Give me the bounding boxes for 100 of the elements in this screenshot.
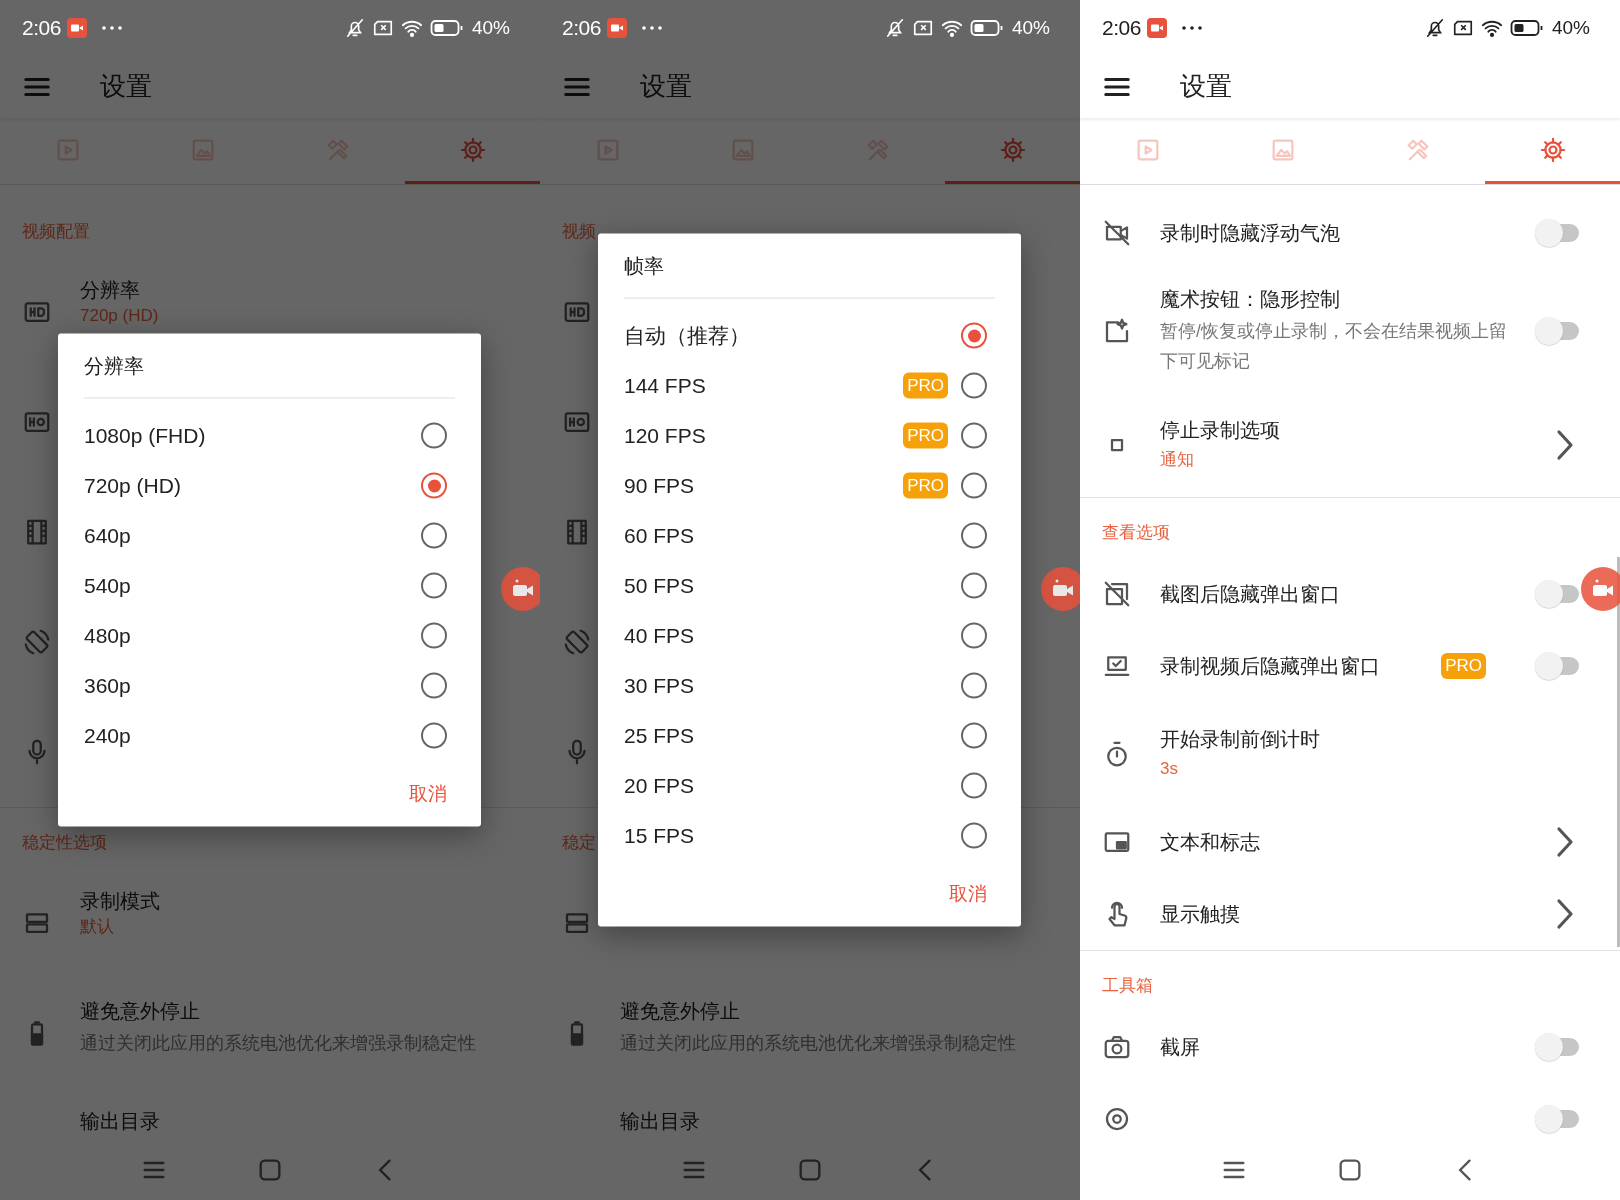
clock-time: 2:06 xyxy=(562,15,601,40)
settings-icon xyxy=(1538,135,1567,164)
setting-title: 显示触摸 xyxy=(1160,902,1241,927)
setting-title: 魔术按钮：隐形控制 xyxy=(1160,287,1341,312)
radio-button[interactable] xyxy=(421,722,447,749)
radio-button[interactable] xyxy=(961,572,987,599)
option-label: 720p (HD) xyxy=(84,473,182,498)
record-bubble-button[interactable] xyxy=(1041,567,1080,611)
setting-title: 截屏 xyxy=(1160,1035,1201,1060)
option-label: 自动（推荐） xyxy=(624,322,751,349)
option-label: 40 FPS xyxy=(624,623,696,648)
section-header: 视频 xyxy=(562,222,596,241)
option-label: 20 FPS xyxy=(624,773,696,798)
radio-button[interactable] xyxy=(421,422,447,449)
option-label: 360p xyxy=(84,673,132,698)
setting-title: 文本和标志 xyxy=(1160,830,1261,855)
section-header: 视频配置 xyxy=(22,222,90,241)
page-title: 设置 xyxy=(640,70,692,103)
setting-title: 开始录制前倒计时 xyxy=(1160,727,1321,752)
screen-rotation-icon xyxy=(22,627,52,657)
toggle-switch[interactable] xyxy=(1534,1032,1580,1062)
setting-value: 默认 xyxy=(80,916,115,938)
settings-icon xyxy=(998,135,1027,164)
toggle-switch[interactable] xyxy=(1534,218,1580,248)
setting-title: 停止录制选项 xyxy=(1160,418,1281,443)
radio-button[interactable] xyxy=(421,472,447,499)
radio-button[interactable] xyxy=(961,322,987,349)
page-title: 设置 xyxy=(100,70,152,103)
radio-button[interactable] xyxy=(961,672,987,699)
option-label: 144 FPS xyxy=(624,373,707,398)
section-header: 稳定 xyxy=(562,833,596,852)
option-label: 120 FPS xyxy=(624,423,707,448)
record-bubble-button[interactable] xyxy=(1581,567,1620,611)
setting-description: 暂停/恢复或停止录制，不会在结果视频上留下可见标记 xyxy=(1160,320,1508,373)
radio-button[interactable] xyxy=(961,772,987,799)
battery-percent: 40% xyxy=(471,16,510,39)
option-label: 60 FPS xyxy=(624,523,696,548)
video-off-icon xyxy=(1102,218,1132,248)
option-label: 15 FPS xyxy=(624,823,696,848)
pro-badge: PRO xyxy=(903,472,948,499)
pro-badge: PRO xyxy=(1441,653,1486,679)
clock-time: 2:06 xyxy=(1102,15,1141,40)
setting-title: 输出目录 xyxy=(80,1109,161,1134)
setting-title: 避免意外停止 xyxy=(620,999,741,1024)
more-icon xyxy=(1180,24,1203,31)
screen-recorder-icon xyxy=(66,17,87,38)
option-label: 480p xyxy=(84,623,132,648)
radio-button[interactable] xyxy=(421,572,447,599)
option-label: 240p xyxy=(84,723,132,748)
setting-value: 3s xyxy=(1160,758,1179,780)
toggle-switch[interactable] xyxy=(1534,651,1580,681)
option-label: 50 FPS xyxy=(624,573,696,598)
screen-rotation-icon xyxy=(562,627,592,657)
cancel-button[interactable]: 取消 xyxy=(405,774,451,813)
setting-title: 录制时隐藏浮动气泡 xyxy=(1160,221,1341,246)
section-header: 查看选项 xyxy=(1102,523,1170,542)
section-header: 稳定性选项 xyxy=(22,833,107,852)
setting-title: 输出目录 xyxy=(620,1109,701,1134)
radio-button[interactable] xyxy=(421,622,447,649)
pro-badge: PRO xyxy=(903,422,948,449)
screen-recorder-icon xyxy=(1146,17,1167,38)
cancel-button[interactable]: 取消 xyxy=(945,874,991,913)
settings-icon xyxy=(458,135,487,164)
option-label: 25 FPS xyxy=(624,723,696,748)
record-bubble-button[interactable] xyxy=(501,567,540,611)
setting-title: 分辨率 xyxy=(80,278,141,303)
toggle-switch[interactable] xyxy=(1534,316,1580,346)
option-label: 640p xyxy=(84,523,132,548)
pro-badge: PRO xyxy=(903,372,948,399)
radio-button[interactable] xyxy=(421,522,447,549)
option-label: 30 FPS xyxy=(624,673,696,698)
setting-title: 避免意外停止 xyxy=(80,999,201,1024)
page-title: 设置 xyxy=(1180,70,1232,103)
clock-time: 2:06 xyxy=(22,15,61,40)
setting-value: 720p (HD) xyxy=(80,305,160,327)
dialog-title: 帧率 xyxy=(624,253,664,278)
setting-title: 录制模式 xyxy=(80,889,161,914)
toggle-switch[interactable] xyxy=(1534,579,1580,609)
battery-percent: 40% xyxy=(1011,16,1050,39)
setting-value: 通知 xyxy=(1160,449,1195,471)
screen-recorder-icon xyxy=(606,17,627,38)
section-header: 工具箱 xyxy=(1102,976,1153,995)
radio-button[interactable] xyxy=(961,522,987,549)
more-icon xyxy=(100,24,123,31)
radio-button[interactable] xyxy=(961,472,987,499)
option-label: 90 FPS xyxy=(624,473,696,498)
image-off-icon xyxy=(1102,579,1132,609)
radio-button[interactable] xyxy=(961,822,987,849)
option-label: 1080p (FHD) xyxy=(84,423,207,448)
radio-button[interactable] xyxy=(961,372,987,399)
more-icon xyxy=(640,24,663,31)
toggle-switch[interactable] xyxy=(1534,1104,1580,1134)
battery-percent: 40% xyxy=(1551,16,1590,39)
radio-button[interactable] xyxy=(961,722,987,749)
radio-button[interactable] xyxy=(961,422,987,449)
option-label: 540p xyxy=(84,573,132,598)
radio-button[interactable] xyxy=(961,622,987,649)
setting-title: 截图后隐藏弹出窗口 xyxy=(1160,582,1341,607)
setting-title: 录制视频后隐藏弹出窗口 xyxy=(1160,654,1381,679)
radio-button[interactable] xyxy=(421,672,447,699)
